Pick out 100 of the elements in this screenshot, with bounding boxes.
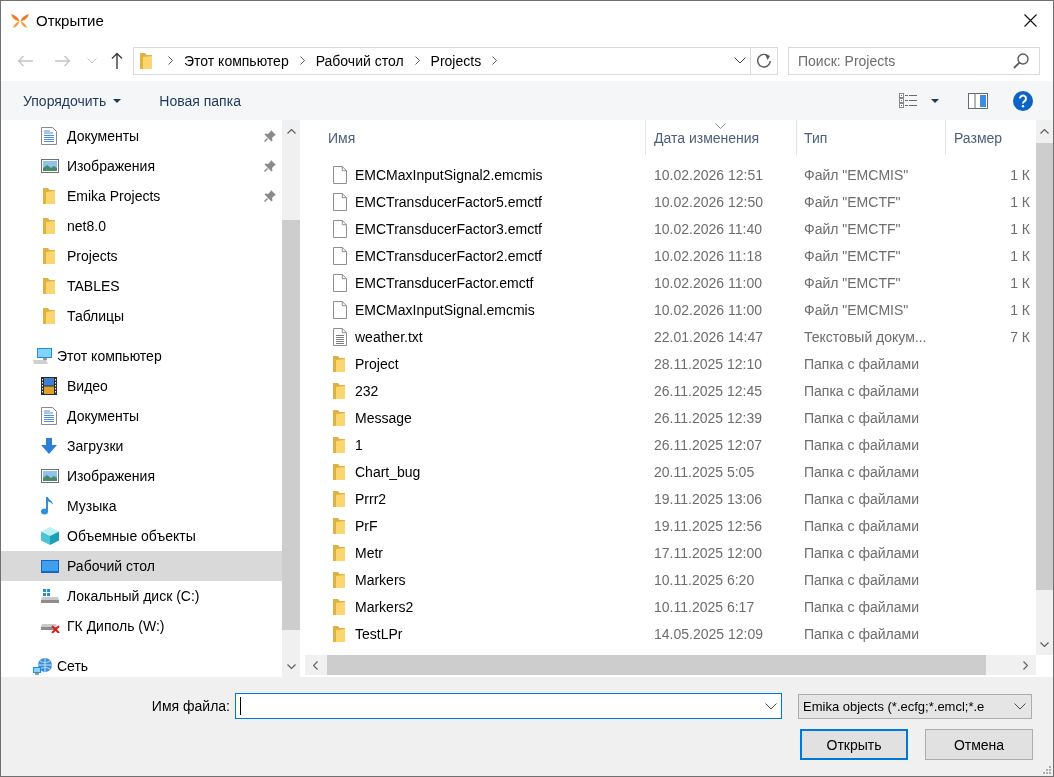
caret-down-icon[interactable] — [931, 98, 939, 103]
folder-icon — [333, 598, 345, 615]
modified-date: 28.11.2025 12:10 — [654, 355, 762, 372]
nav-item[interactable]: Projects — [1, 241, 282, 271]
file-row[interactable]: EMCTransducerFactor2.emctf 10.02.2026 11:18 Файл "EMCTF" 1 К — [300, 242, 1036, 269]
file-row[interactable]: Prrr2 19.11.2025 13:06 Папка с файлами — [300, 485, 1036, 512]
file-icon — [333, 246, 347, 265]
chevron-up-icon[interactable] — [1040, 128, 1049, 134]
file-row[interactable]: 1 26.11.2025 12:07 Папка с файлами — [300, 431, 1036, 458]
nav-item[interactable]: Emika Projects — [1, 181, 282, 211]
modified-date: 14.05.2025 12:09 — [654, 625, 763, 642]
chevron-right-icon[interactable] — [1023, 660, 1028, 670]
up-arrow-icon[interactable] — [111, 52, 123, 69]
caret-down-icon[interactable] — [113, 98, 122, 103]
search-icon[interactable] — [1013, 52, 1029, 69]
modified-date: 10.11.2025 6:17 — [654, 598, 755, 615]
file-row[interactable]: Chart_bug 20.11.2025 5:05 Папка с файлами — [300, 458, 1036, 485]
file-row[interactable]: Project 28.11.2025 12:10 Папка с файлами — [300, 350, 1036, 377]
chevron-down-icon[interactable] — [1040, 641, 1049, 647]
search-field[interactable]: Поиск: Projects — [788, 46, 1040, 75]
file-type: Файл "EMCMIS" — [804, 301, 909, 318]
details-view-icon[interactable] — [899, 93, 917, 108]
cancel-button[interactable]: Отмена — [925, 729, 1033, 760]
open-button[interactable]: Открыть — [800, 729, 908, 760]
column-header[interactable]: Размер — [946, 120, 1036, 155]
file-row[interactable]: EMCMaxInputSignal2.emcmis 10.02.2026 12:51 Файл "EMCMIS" 1 К — [300, 161, 1036, 188]
help-icon[interactable] — [1013, 90, 1033, 111]
drive-icon — [41, 589, 59, 603]
nav-item[interactable]: Музыка — [1, 491, 282, 521]
file-row[interactable]: EMCTransducerFactor3.emctf 10.02.2026 11:40 Файл "EMCTF" 1 К — [300, 215, 1036, 242]
chevron-left-icon[interactable] — [313, 660, 318, 670]
folder-icon — [140, 52, 152, 69]
nav-item[interactable]: Таблицы — [1, 301, 282, 331]
column-header[interactable]: Дата изменения — [646, 120, 797, 155]
folder-icon — [43, 308, 55, 324]
nav-item[interactable]: ГК Диполь (W:) — [1, 611, 282, 641]
file-row[interactable]: EMCMaxInputSignal.emcmis 10.02.2026 11:00 Файл "EMCMIS" 1 К — [300, 296, 1036, 323]
file-row[interactable]: PrF 19.11.2025 12:56 Папка с файлами — [300, 512, 1036, 539]
column-header[interactable]: Имя — [300, 120, 646, 155]
chevron-right-icon[interactable] — [414, 56, 420, 65]
chevron-right-icon[interactable] — [168, 56, 173, 65]
breadcrumb[interactable]: Projects — [425, 47, 487, 74]
file-row[interactable]: EMCTransducerFactor.emctf 10.02.2026 11:00 Файл "EMCTF" 1 К — [300, 269, 1036, 296]
breadcrumb[interactable]: Рабочий стол — [310, 47, 409, 74]
chevron-right-icon[interactable] — [299, 56, 305, 65]
folder-icon — [333, 436, 345, 453]
toolbar-button[interactable]: Новая папка — [153, 85, 247, 116]
nav-item[interactable]: Локальный диск (C:) — [1, 581, 282, 611]
folder-icon — [43, 278, 55, 294]
nav-item[interactable]: net8.0 — [1, 211, 282, 241]
nav-item[interactable]: Сеть — [1, 651, 282, 677]
scrollbar-thumb[interactable] — [282, 220, 300, 630]
breadcrumb[interactable]: Этот компьютер — [179, 47, 294, 74]
file-type: Папка с файлами — [804, 382, 919, 399]
nav-item[interactable]: TABLES — [1, 271, 282, 301]
file-row[interactable]: Markers 10.11.2025 6:20 Папка с файлами — [300, 566, 1036, 593]
file-type-dropdown[interactable]: Emika objects (*.ecfg;*.emcl;*.e — [798, 693, 1032, 719]
file-row[interactable]: 232 26.11.2025 12:45 Папка с файлами — [300, 377, 1036, 404]
document-icon — [41, 407, 57, 425]
chevron-down-icon[interactable] — [1014, 702, 1026, 710]
resize-grip-icon[interactable] — [1042, 765, 1051, 774]
chevron-down-icon[interactable] — [734, 57, 746, 64]
file-row[interactable]: weather.txt 22.01.2026 14:47 Текстовый докум... 7 К — [300, 323, 1036, 350]
nav-item[interactable]: Документы — [1, 401, 282, 431]
file-row[interactable]: TestLPr 14.05.2025 12:09 Папка с файлами — [300, 620, 1036, 647]
nav-item[interactable]: Объемные объекты — [1, 521, 282, 551]
nav-item[interactable]: Изображения — [1, 461, 282, 491]
chevron-right-icon[interactable] — [492, 56, 498, 65]
film-strip-icon — [41, 377, 57, 395]
chevron-down-icon[interactable] — [765, 703, 777, 710]
nav-item[interactable]: Изображения — [1, 151, 282, 181]
toolbar-button[interactable]: Упорядочить — [17, 85, 128, 116]
nav-item[interactable]: Этот компьютер — [1, 341, 282, 371]
file-row[interactable]: Markers2 10.11.2025 6:17 Папка с файлами — [300, 593, 1036, 620]
file-row[interactable]: Metr 17.11.2025 12:00 Папка с файлами — [300, 539, 1036, 566]
modified-date: 10.02.2026 11:18 — [654, 247, 762, 264]
file-type: Файл "EMCTF" — [804, 193, 901, 210]
file-type: Файл "EMCTF" — [804, 220, 901, 237]
column-header[interactable]: Тип — [797, 120, 946, 155]
address-bar[interactable]: Этот компьютер Рабочий стол Projects — [133, 46, 778, 75]
file-name: Prrr2 — [355, 490, 387, 507]
field-label: Имя файла: — [151, 698, 230, 714]
file-row[interactable]: Message 26.11.2025 12:39 Папка с файлами — [300, 404, 1036, 431]
folder-icon — [43, 248, 55, 264]
close-icon[interactable] — [1023, 14, 1037, 27]
file-name: TestLPr — [355, 625, 403, 642]
nav-item[interactable]: Документы — [1, 121, 282, 151]
refresh-icon[interactable] — [756, 52, 772, 69]
nav-item[interactable]: Загрузки — [1, 431, 282, 461]
folder-icon — [333, 625, 345, 642]
nav-item[interactable]: Рабочий стол — [1, 551, 282, 581]
scrollbar-thumb[interactable] — [1036, 143, 1053, 590]
preview-pane-icon[interactable] — [968, 92, 988, 109]
nav-item[interactable]: Видео — [1, 371, 282, 401]
chevron-up-icon[interactable] — [286, 128, 296, 134]
file-icon — [333, 192, 347, 211]
modified-date: 26.11.2025 12:39 — [654, 409, 762, 426]
chevron-down-icon[interactable] — [286, 663, 296, 669]
file-name-field[interactable] — [235, 693, 782, 719]
file-row[interactable]: EMCTransducerFactor5.emctf 10.02.2026 12:50 Файл "EMCTF" 1 К — [300, 188, 1036, 215]
